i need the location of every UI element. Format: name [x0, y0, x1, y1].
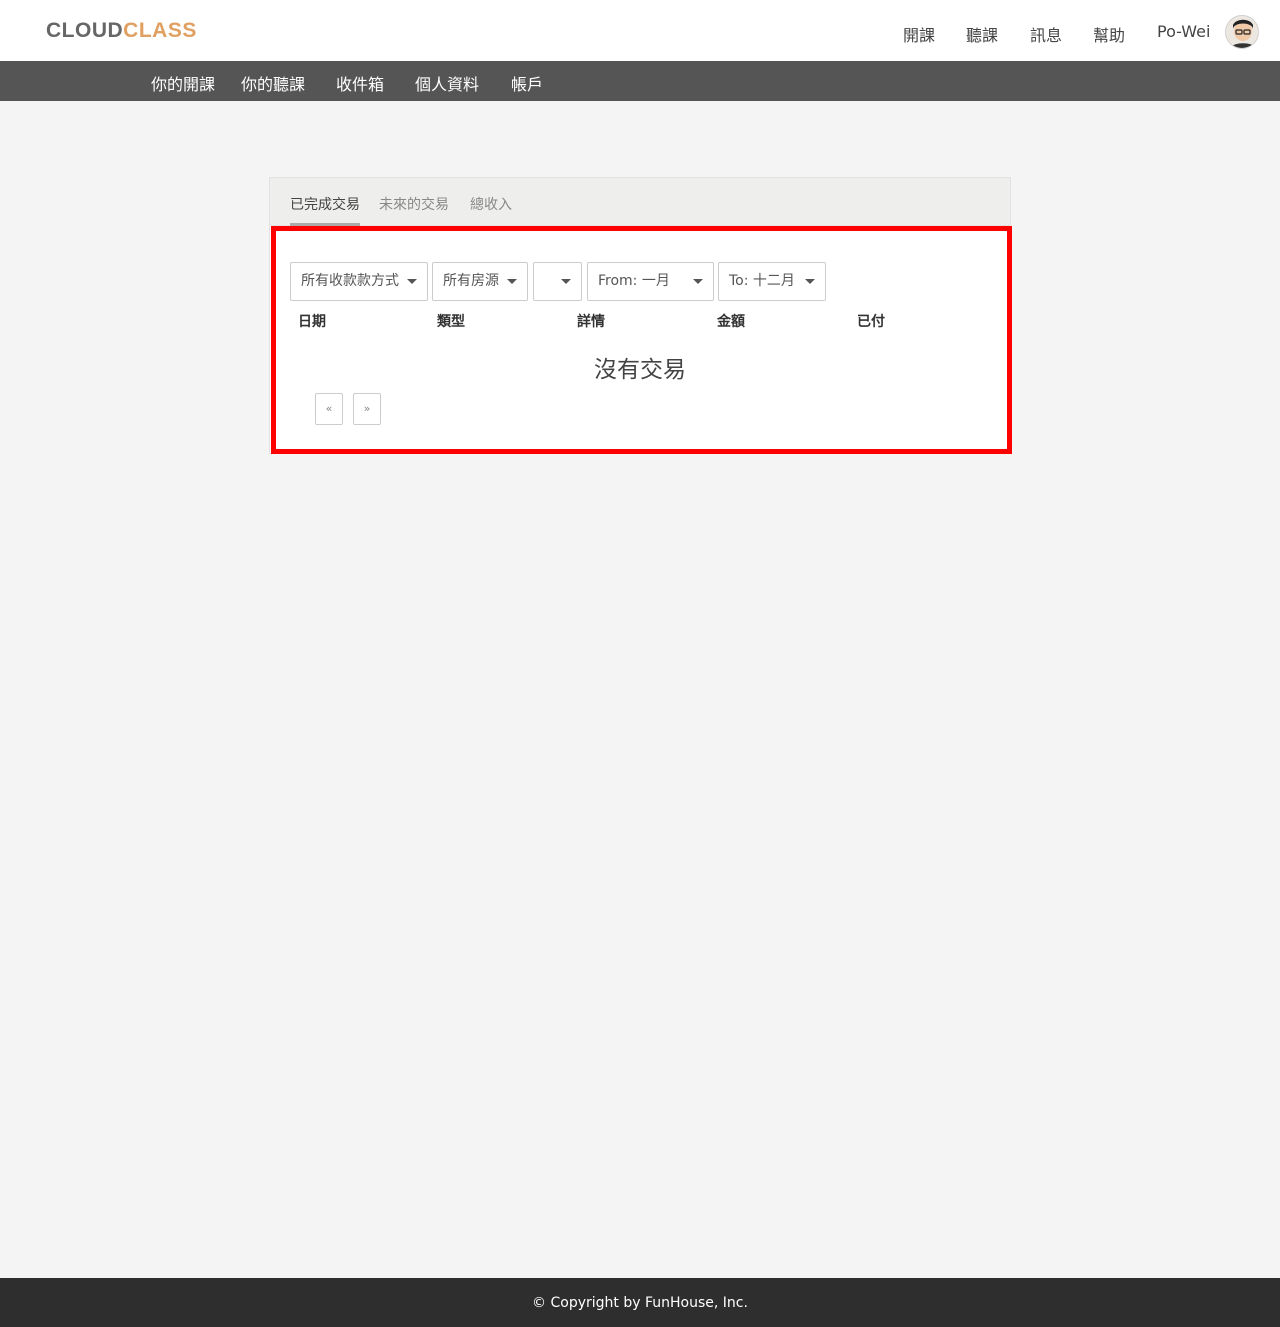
tab-upcoming[interactable]: 未來的交易 — [379, 194, 449, 214]
top-header: CLOUDCLASS 開課 聽課 訊息 幫助 Po-Wei — [0, 0, 1280, 61]
logo-cloud-text: CLOUD — [46, 19, 124, 42]
chevron-down-icon — [693, 279, 703, 284]
sub-navigation: 你的開課 你的聽課 收件箱 個人資料 帳戶 — [0, 61, 1280, 101]
column-header-amount: 金額 — [717, 314, 745, 330]
nav-messages[interactable]: 訊息 — [1030, 22, 1062, 46]
subnav-item-your-listening[interactable]: 你的聽課 — [241, 71, 305, 95]
logo[interactable]: CLOUDCLASS — [46, 19, 197, 43]
nav-listen-course[interactable]: 聽課 — [966, 22, 998, 46]
transaction-tabs: 已完成交易 未來的交易 總收入 — [270, 178, 1010, 226]
chevron-down-icon — [507, 279, 517, 284]
subnav-item-inbox[interactable]: 收件箱 — [336, 71, 384, 95]
footer-copyright: © Copyright by FunHouse, Inc. — [532, 1295, 748, 1311]
from-month-select[interactable]: From: 一月 — [587, 262, 714, 301]
subnav-item-account[interactable]: 帳戶 — [511, 71, 543, 95]
nav-user-name[interactable]: Po-Wei — [1157, 22, 1210, 41]
column-header-date: 日期 — [298, 314, 326, 330]
nav-open-course[interactable]: 開課 — [903, 22, 935, 46]
subnav-item-profile[interactable]: 個人資料 — [415, 71, 479, 95]
listing-select-value: 所有房源 — [443, 273, 499, 289]
user-avatar-icon — [1226, 16, 1258, 48]
year-select[interactable] — [533, 262, 582, 301]
to-month-select[interactable]: To: 十二月 — [718, 262, 826, 301]
active-tab-indicator — [290, 223, 360, 226]
chevron-down-icon — [407, 279, 417, 284]
nav-help[interactable]: 幫助 — [1093, 22, 1125, 46]
chevron-down-icon — [561, 279, 571, 284]
pagination-prev-button[interactable]: « — [315, 393, 343, 425]
avatar[interactable] — [1225, 15, 1259, 49]
pagination-next-button[interactable]: » — [353, 393, 381, 425]
chevron-down-icon — [805, 279, 815, 284]
tab-completed[interactable]: 已完成交易 — [290, 194, 360, 214]
logo-class-text: CLASS — [123, 19, 197, 42]
to-month-select-value: To: 十二月 — [729, 273, 795, 289]
payment-method-select[interactable]: 所有收款款方式 — [290, 262, 428, 301]
tab-total-income[interactable]: 總收入 — [470, 194, 512, 214]
column-header-paid: 已付 — [857, 314, 885, 330]
column-header-type: 類型 — [437, 314, 465, 330]
empty-transactions-message: 沒有交易 — [594, 357, 686, 383]
subnav-item-your-courses[interactable]: 你的開課 — [151, 71, 215, 95]
payment-method-select-value: 所有收款款方式 — [301, 273, 399, 289]
footer: © Copyright by FunHouse, Inc. — [0, 1278, 1280, 1327]
from-month-select-value: From: 一月 — [598, 273, 670, 289]
listing-select[interactable]: 所有房源 — [432, 262, 528, 301]
column-header-details: 詳情 — [577, 314, 605, 330]
